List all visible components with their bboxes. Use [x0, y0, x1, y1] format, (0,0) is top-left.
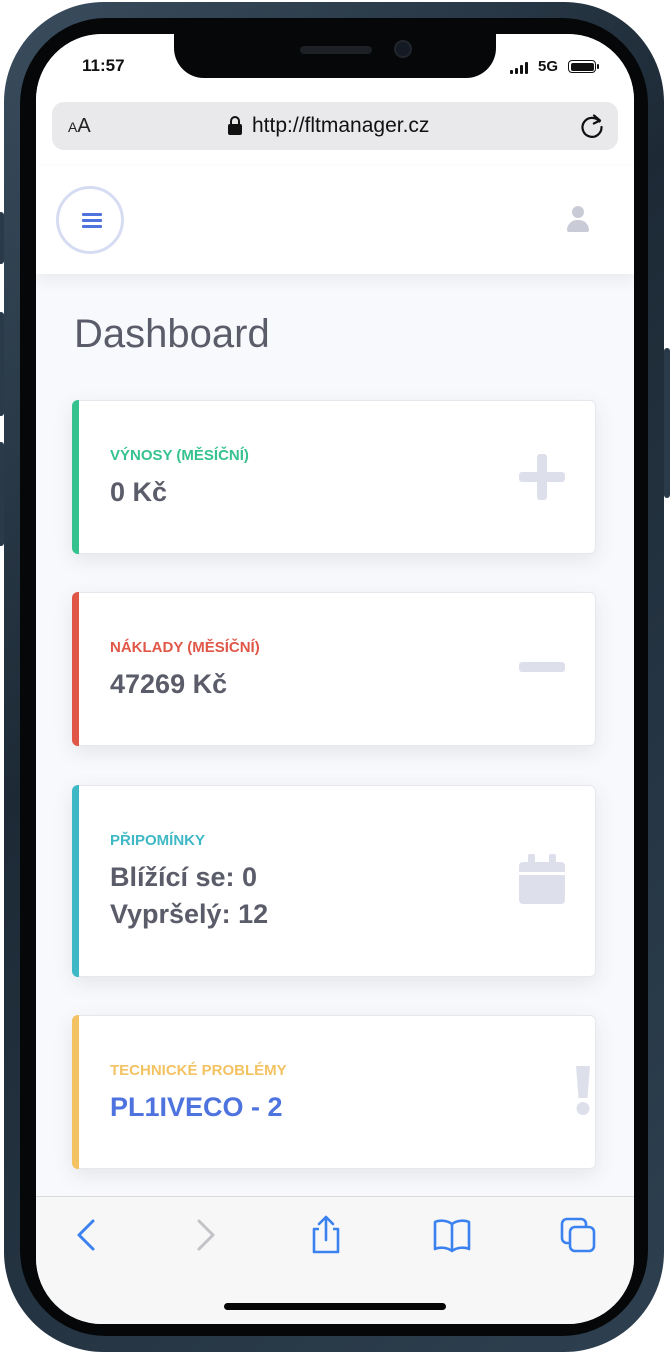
notch	[174, 34, 496, 78]
reminders-card: Připomínky Blížící se: 0 Vypršelý: 12	[72, 785, 596, 977]
volume-down-button	[0, 442, 4, 546]
exclamation-icon	[576, 1066, 590, 1115]
screen: 11:57 5G AA http://fltmanager.cz Dashboa…	[36, 34, 634, 1324]
sidebar-toggle-button[interactable]	[56, 186, 124, 254]
url-text[interactable]: http://fltmanager.cz	[252, 114, 429, 138]
status-time: 11:57	[82, 56, 125, 75]
home-indicator	[224, 1303, 446, 1310]
calendar-icon	[519, 854, 565, 904]
card-label: Výnosy (Měsíční)	[110, 447, 249, 464]
share-icon[interactable]	[306, 1215, 346, 1255]
card-accent-bar	[72, 400, 79, 554]
signal-icon	[510, 62, 530, 74]
page-title: Dashboard	[74, 312, 270, 356]
status-bar: 11:57 5G	[36, 34, 634, 98]
user-icon[interactable]	[566, 206, 590, 234]
bookmarks-icon[interactable]	[432, 1215, 472, 1255]
forward-icon[interactable]	[184, 1215, 224, 1255]
reload-icon[interactable]	[578, 112, 606, 140]
power-button	[664, 348, 670, 498]
tabs-icon[interactable]	[558, 1215, 598, 1255]
revenue-card: Výnosy (Měsíční) 0 Kč	[72, 400, 596, 554]
card-value: 0 Kč	[110, 477, 168, 507]
lock-icon	[228, 116, 242, 136]
card-label: Technické problémy	[110, 1062, 287, 1079]
minus-icon	[519, 662, 565, 672]
volume-up-button	[0, 312, 4, 416]
hamburger-icon	[82, 213, 102, 228]
card-accent-bar	[72, 1015, 79, 1169]
card-label: Připomínky	[110, 832, 206, 849]
battery-icon	[568, 60, 599, 73]
app-topbar	[36, 166, 634, 274]
browser-toolbar	[36, 1196, 634, 1324]
address-bar[interactable]: AA http://fltmanager.cz	[52, 102, 618, 150]
upcoming-value: Blížící se: 0	[110, 862, 258, 892]
browser-address-area: AA http://fltmanager.cz	[36, 98, 634, 167]
network-label: 5G	[538, 58, 559, 75]
plus-icon	[519, 454, 565, 500]
card-label: Náklady (Měsíční)	[110, 639, 260, 656]
mute-switch	[0, 212, 4, 264]
expired-value: Vypršelý: 12	[110, 899, 269, 929]
card-accent-bar	[72, 592, 79, 746]
card-accent-bar	[72, 785, 79, 977]
front-camera	[394, 40, 412, 58]
card-value: 47269 Kč	[110, 669, 228, 699]
expenses-card: Náklady (Měsíční) 47269 Kč	[72, 592, 596, 746]
text-size-button[interactable]: AA	[68, 115, 91, 138]
back-icon[interactable]	[68, 1215, 108, 1255]
issue-link[interactable]: PL1IVECO - 2	[110, 1089, 283, 1126]
speaker-grille	[300, 46, 372, 54]
technical-issues-card: Technické problémy PL1IVECO - 2	[72, 1015, 596, 1169]
